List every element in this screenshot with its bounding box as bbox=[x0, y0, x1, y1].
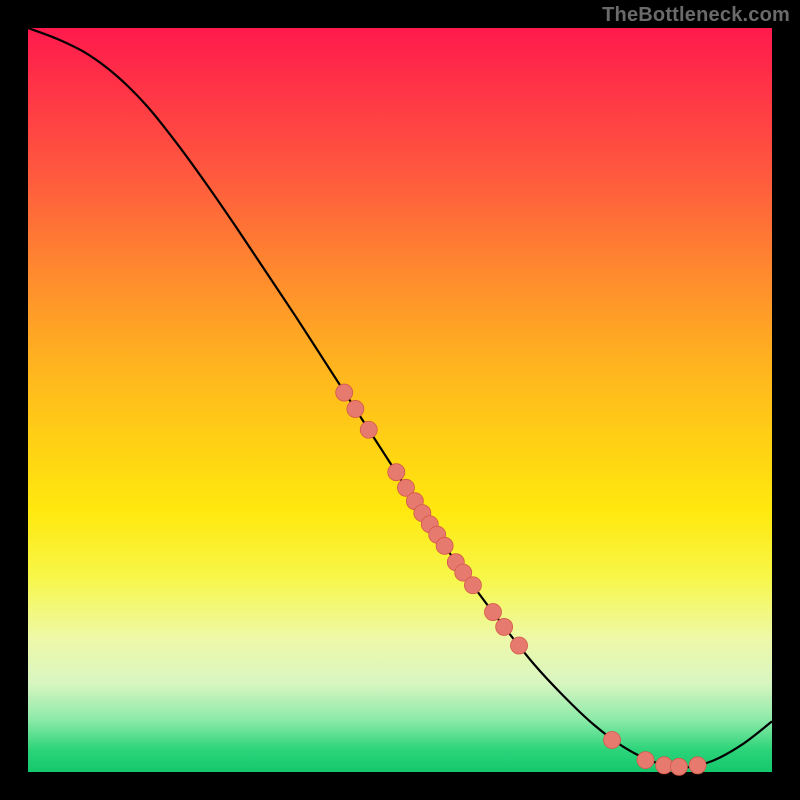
curve-marker bbox=[360, 421, 377, 438]
curve-marker bbox=[656, 757, 673, 774]
watermark-text: TheBottleneck.com bbox=[602, 4, 790, 27]
curve-marker bbox=[511, 637, 528, 654]
curve-marker bbox=[347, 400, 364, 417]
curve-marker bbox=[689, 757, 706, 774]
curve-marker bbox=[336, 384, 353, 401]
curve-marker bbox=[604, 732, 621, 749]
curve-marker bbox=[436, 537, 453, 554]
curve-marker bbox=[464, 577, 481, 594]
curve-marker bbox=[637, 752, 654, 769]
chart-overlay bbox=[28, 28, 772, 772]
curve-marker bbox=[388, 464, 405, 481]
curve-markers bbox=[336, 384, 706, 775]
bottleneck-curve bbox=[28, 28, 772, 768]
curve-marker bbox=[496, 618, 513, 635]
curve-marker bbox=[671, 758, 688, 775]
chart-frame: TheBottleneck.com bbox=[0, 0, 800, 800]
curve-marker bbox=[485, 604, 502, 621]
